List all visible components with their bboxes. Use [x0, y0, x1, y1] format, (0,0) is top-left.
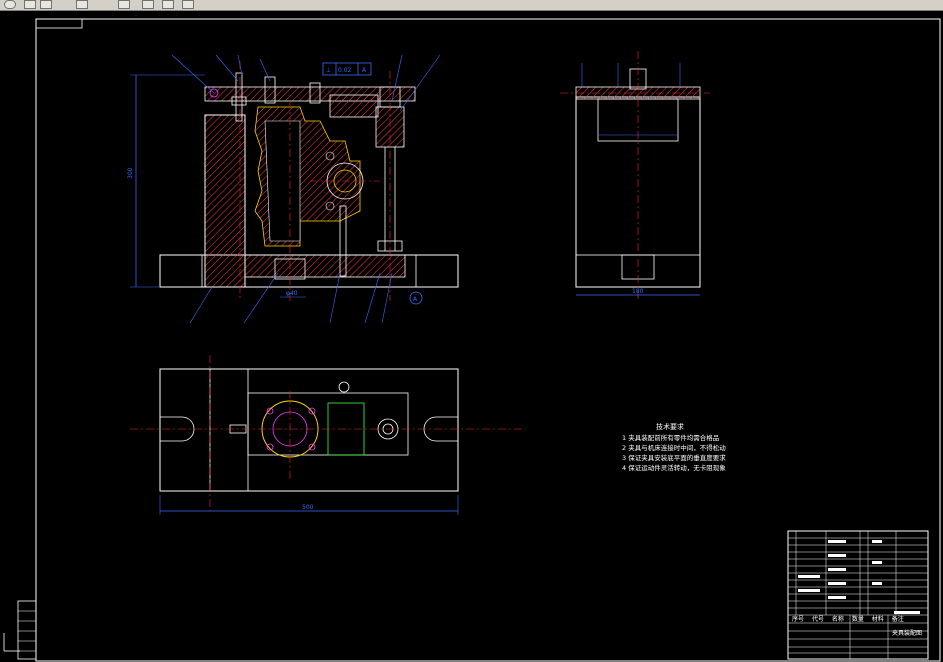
paste-icon[interactable]	[182, 0, 194, 9]
title-block: 序号 代号 名称 数量 材料 备注 夹具装配图	[787, 530, 929, 660]
cad-drawing-canvas[interactable]: 300 φ40 ⊥ 0.02 A A 180 500 技术要求 1 夹具装配前所…	[0, 11, 943, 662]
save-icon[interactable]	[76, 0, 88, 9]
top-view: 500	[130, 355, 526, 515]
drawing-border	[35, 18, 941, 662]
svg-text:A: A	[362, 67, 367, 74]
note-item: 3 保证夹具安装底平面的垂直度要求	[622, 453, 726, 462]
note-item: 1 夹具装配前所有零件均需合格品	[622, 433, 719, 442]
bore-dimension: φ40	[286, 290, 298, 297]
svg-text:0.02: 0.02	[338, 67, 352, 74]
side-view: 180	[560, 51, 710, 301]
datum-label: A	[413, 296, 418, 303]
side-stamp	[17, 600, 37, 660]
notes-title: 技术要求	[656, 422, 684, 431]
toolbar	[0, 0, 943, 11]
tolerance-frame: ⊥ 0.02 A	[322, 62, 372, 76]
drawing-number-box	[35, 18, 83, 29]
width-dimension: 500	[302, 504, 314, 511]
note-item: 2 夹具与机床连接时中间，不得松动	[622, 443, 726, 452]
print-icon[interactable]	[142, 0, 154, 9]
title-block-headers: 序号 代号 名称 数量 材料 备注	[792, 615, 904, 623]
cut-icon[interactable]	[162, 0, 174, 9]
refresh-icon[interactable]	[4, 0, 16, 9]
back-icon[interactable]	[40, 0, 52, 9]
front-view: 300 φ40 ⊥ 0.02 A A	[127, 54, 459, 324]
side-width-dimension: 180	[632, 288, 644, 295]
copy-icon[interactable]	[118, 0, 130, 9]
svg-text:⊥: ⊥	[326, 67, 331, 74]
note-item: 4 保证运动件灵活转动，无卡阻现象	[622, 463, 726, 472]
technical-requirements: 技术要求 1 夹具装配前所有零件均需合格品 2 夹具与机床连接时中间，不得松动 …	[622, 422, 726, 472]
drawing-name: 夹具装配图	[892, 629, 922, 637]
height-dimension: 300	[127, 167, 134, 179]
file-icon[interactable]	[24, 0, 36, 9]
